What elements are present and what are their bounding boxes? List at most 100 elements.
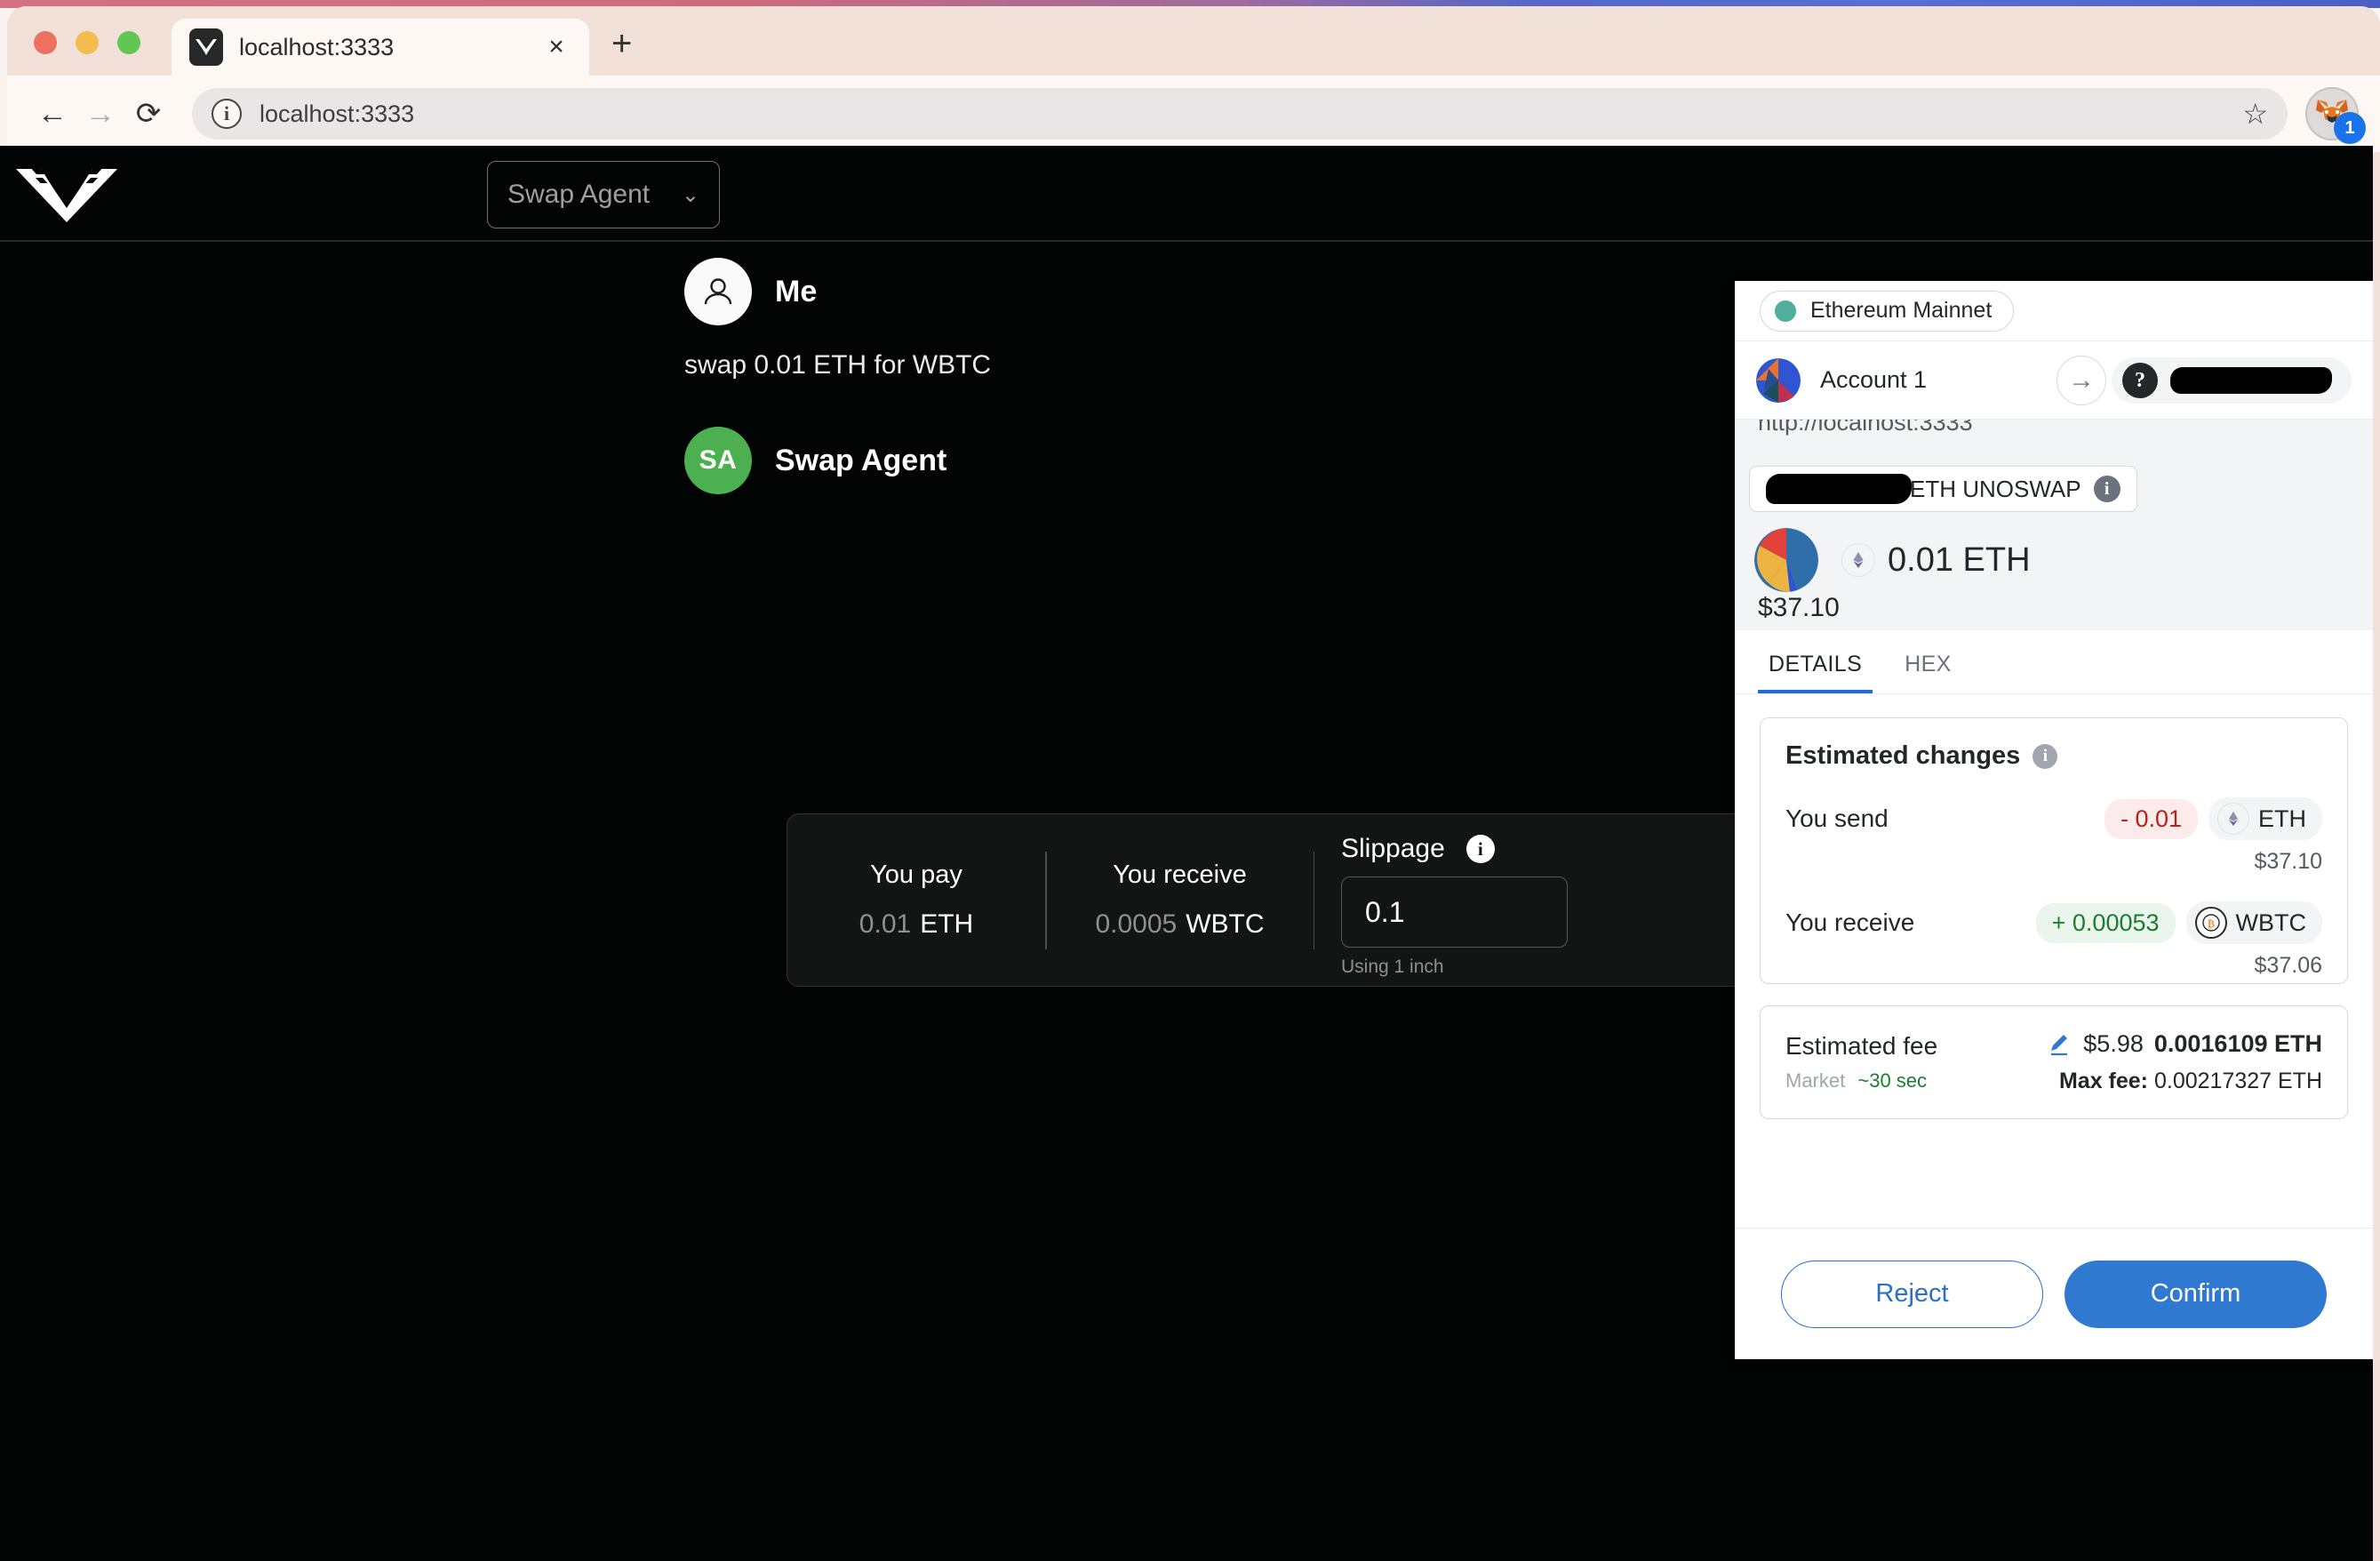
agent-select-dropdown[interactable]: Swap Agent ⌄ — [487, 161, 720, 228]
transaction-amount: 0.01 ETH — [1888, 540, 2031, 579]
change-label: You receive — [1785, 909, 1915, 936]
browser-tab[interactable]: localhost:3333 × — [172, 19, 589, 76]
recipient-address-pill[interactable]: ? — [2112, 357, 2352, 404]
forward-button[interactable]: → — [76, 90, 124, 138]
network-row: Ethereum Mainnet — [1735, 281, 2373, 341]
you-pay-amount: 0.01 — [859, 909, 912, 939]
change-row-send: You send - 0.01 ETH — [1785, 797, 2322, 840]
window-traffic-lights[interactable] — [34, 31, 140, 54]
confirm-button[interactable]: Confirm — [2065, 1260, 2327, 1328]
info-icon[interactable]: i — [2033, 743, 2058, 769]
max-fee-label: Max fee: — [2058, 1069, 2149, 1093]
token-name: WBTC — [2235, 909, 2306, 936]
you-pay-unit: ETH — [920, 909, 974, 939]
estimated-changes-title: Estimated changes — [1785, 741, 2021, 770]
close-window-button[interactable] — [34, 31, 57, 54]
minimize-window-button[interactable] — [76, 31, 99, 54]
app-logo-icon — [189, 28, 223, 66]
fee-eth: 0.0016109 ETH — [2153, 1030, 2322, 1057]
info-icon[interactable]: i — [1466, 835, 1495, 863]
fee-speed-time: ~30 sec — [1857, 1069, 1928, 1092]
change-row-receive: You receive + 0.00053 ₿ WBTC — [1785, 901, 2322, 944]
extension-badge-count: 1 — [2334, 112, 2366, 144]
message-author: Me — [775, 274, 818, 308]
transaction-amount-fiat: $37.10 — [1758, 593, 1840, 622]
pencil-icon[interactable] — [2046, 1031, 2073, 1058]
change-values: + 0.00053 ₿ WBTC — [2035, 901, 2322, 944]
method-pill[interactable]: ETH UNOSWAP i — [1749, 466, 2137, 512]
slippage-label: Slippage — [1341, 834, 1445, 863]
fee-speed-row: Market ~30 sec — [1785, 1069, 1937, 1093]
fee-amount-row: $5.98 0.0016109 ETH — [2046, 1030, 2322, 1058]
message-text: swap 0.01 ETH for WBTC — [684, 350, 992, 380]
you-receive-label: You receive — [1113, 861, 1247, 889]
ethereum-icon — [1841, 543, 1875, 577]
reload-button[interactable]: ⟳ — [124, 90, 172, 138]
reject-button[interactable]: Reject — [1781, 1260, 2043, 1328]
account-row: Account 1 → ? — [1735, 341, 2373, 420]
browser-tab-title: localhost:3333 — [239, 33, 395, 60]
you-pay-column: You pay 0.01 ETH — [787, 814, 1045, 986]
chat-message-agent: SA Swap Agent — [684, 427, 946, 494]
you-pay-label: You pay — [870, 861, 962, 889]
estimated-fee-title: Estimated fee — [1785, 1032, 1938, 1060]
tab-details[interactable]: DETAILS — [1758, 652, 1873, 693]
fee-fiat: $5.98 — [2083, 1030, 2144, 1057]
tab-hex[interactable]: HEX — [1894, 652, 1962, 693]
back-button[interactable]: ← — [28, 90, 76, 138]
slippage-header: Slippage i — [1341, 834, 1572, 864]
redacted-address — [2170, 367, 2332, 394]
account-name: Account 1 — [1820, 366, 1928, 393]
site-info-icon[interactable]: i — [212, 99, 242, 129]
slippage-hint: Using 1 inch — [1341, 957, 1444, 977]
change-delta: - 0.01 — [2104, 798, 2198, 839]
info-icon[interactable]: i — [2093, 476, 2120, 502]
column-divider — [1313, 851, 1314, 949]
estimated-fee-card: Estimated fee Market ~30 sec $5.98 0.001… — [1760, 1005, 2348, 1119]
close-tab-button[interactable]: × — [541, 34, 571, 60]
user-avatar-icon — [684, 258, 752, 325]
browser-toolbar: ← → ⟳ i localhost:3333 ☆ 1 — [7, 76, 2380, 152]
new-tab-button[interactable]: + — [611, 26, 632, 61]
account-avatar — [1756, 357, 1801, 403]
change-delta: + 0.00053 — [2035, 902, 2176, 943]
estimated-changes-card: Estimated changes i You send - 0.01 ETH … — [1760, 717, 2348, 984]
network-status-dot-icon — [1775, 300, 1796, 322]
change-fiat: $37.06 — [2254, 953, 2322, 978]
you-receive-value: 0.0005 WBTC — [1095, 909, 1264, 940]
message-header: SA Swap Agent — [684, 427, 946, 494]
transaction-amount-row: 0.01 ETH — [1754, 528, 2031, 592]
slippage-column: Slippage i 0.1 Using 1 inch — [1341, 814, 1572, 986]
you-pay-value: 0.01 ETH — [859, 909, 973, 940]
token-avatar — [1754, 528, 1818, 592]
address-bar[interactable]: i localhost:3333 ☆ — [192, 88, 2288, 140]
panel-body: Estimated changes i You send - 0.01 ETH … — [1735, 694, 2373, 1119]
change-values: - 0.01 ETH — [2104, 797, 2322, 840]
you-receive-unit: WBTC — [1186, 909, 1265, 939]
change-fiat: $37.10 — [2254, 849, 2322, 874]
fee-speed-label: Market — [1785, 1069, 1846, 1092]
chat-message-user: Me swap 0.01 ETH for WBTC — [684, 258, 991, 380]
svg-text:₿: ₿ — [2208, 917, 2215, 930]
question-mark-icon: ? — [2122, 363, 2158, 398]
metamask-extension-button[interactable]: 1 — [2305, 87, 2366, 144]
redacted-contract-address — [1766, 474, 1912, 504]
you-receive-column: You receive 0.0005 WBTC — [1047, 814, 1314, 986]
change-label: You send — [1785, 805, 1889, 832]
transfer-arrow-icon: → — [2057, 356, 2106, 405]
ethereum-icon — [2217, 803, 2249, 835]
max-fee-value: 0.00217327 ETH — [2153, 1069, 2322, 1093]
network-selector[interactable]: Ethereum Mainnet — [1760, 290, 2015, 332]
app-header: Swap Agent ⌄ — [0, 146, 2373, 242]
method-label: ETH UNOSWAP — [1910, 475, 2081, 502]
maximize-window-button[interactable] — [117, 31, 140, 54]
panel-footer: Reject Confirm — [1735, 1228, 2373, 1359]
estimated-changes-title-row: Estimated changes i — [1785, 741, 2322, 771]
slippage-input[interactable]: 0.1 — [1341, 877, 1568, 948]
browser-tab-strip: localhost:3333 × + — [7, 6, 2380, 76]
agent-avatar: SA — [684, 427, 752, 494]
bookmark-star-icon[interactable]: ☆ — [2242, 97, 2268, 131]
wbtc-icon: ₿ — [2194, 907, 2227, 939]
max-fee-row: Max fee: 0.00217327 ETH — [2059, 1069, 2322, 1094]
fee-right: $5.98 0.0016109 ETH Max fee: 0.00217327 … — [2046, 1029, 2322, 1095]
